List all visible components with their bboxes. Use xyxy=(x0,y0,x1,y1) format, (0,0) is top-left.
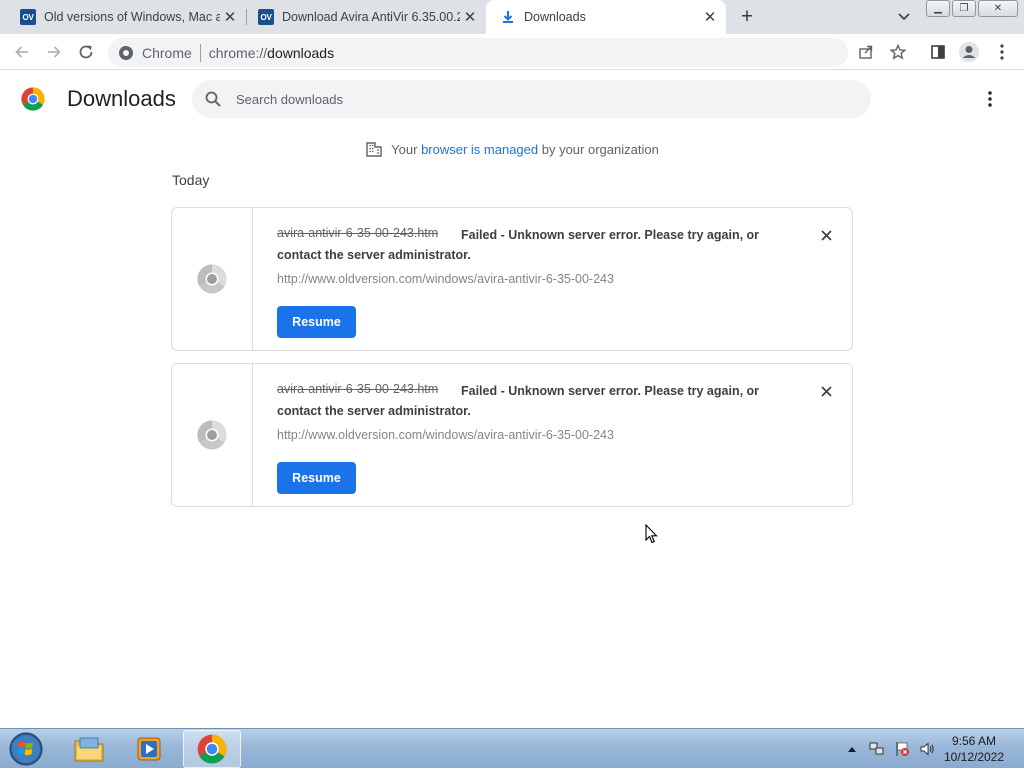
tab-search-chevron-icon[interactable] xyxy=(893,7,915,27)
tab-title: Downloads xyxy=(524,10,586,24)
url-scheme: chrome:// xyxy=(208,44,268,61)
date-group-heading: Today xyxy=(172,172,210,188)
browser-toolbar: Chrome chrome://downloads xyxy=(0,34,1024,70)
action-center-tray-button[interactable] xyxy=(893,740,911,758)
search-input[interactable] xyxy=(236,91,796,107)
show-hidden-icons-button[interactable] xyxy=(843,740,861,758)
action-center-flag-icon xyxy=(896,742,909,756)
omnibox-divider xyxy=(199,43,201,62)
mouse-cursor-icon xyxy=(645,524,658,544)
ov-logo-icon: OV xyxy=(20,9,36,25)
restore-icon[interactable]: ❐ xyxy=(952,0,976,17)
resume-button[interactable]: Resume xyxy=(277,306,356,338)
side-panel-icon xyxy=(931,45,945,59)
network-tray-button[interactable] xyxy=(868,740,886,758)
downloads-more-actions-button[interactable] xyxy=(976,87,1004,111)
taskbar-clock[interactable]: 9:56 AM 10/12/2022 xyxy=(938,733,1010,765)
search-icon xyxy=(205,91,221,107)
share-button[interactable] xyxy=(852,38,880,66)
chrome-logo-icon xyxy=(21,87,45,111)
chevron-up-icon xyxy=(848,747,856,752)
address-bar[interactable]: Chrome chrome://downloads xyxy=(108,38,848,67)
download-status: Failed - Unknown server error. Please tr… xyxy=(277,228,760,262)
star-icon xyxy=(890,44,906,60)
reload-icon xyxy=(79,45,93,59)
site-chip: Chrome xyxy=(142,44,192,61)
managed-prefix: Your xyxy=(391,141,422,157)
building-icon xyxy=(366,142,382,157)
ov-logo-icon: OV xyxy=(258,9,274,25)
page-title: Downloads xyxy=(67,86,176,111)
windows-explorer-icon xyxy=(74,737,104,762)
minimize-icon[interactable]: ▁ xyxy=(926,0,950,17)
clock-time: 9:56 AM xyxy=(951,734,997,748)
url-host: downloads xyxy=(267,44,335,61)
new-tab-button[interactable]: + xyxy=(734,5,760,29)
windows-start-orb-icon xyxy=(9,732,43,766)
forward-button[interactable] xyxy=(40,38,68,66)
remove-download-button[interactable] xyxy=(815,380,837,402)
reload-button[interactable] xyxy=(72,38,100,66)
managed-notice: Your browser is managed by your organiza… xyxy=(0,140,1024,158)
network-icon xyxy=(869,742,884,755)
windows-taskbar: 9:56 AM 10/12/2022 xyxy=(0,728,1024,768)
window-close-icon[interactable]: ✕ xyxy=(978,0,1018,17)
window-controls: ▁ ❐ ✕ xyxy=(926,0,1020,18)
chrome-page-icon xyxy=(119,45,133,60)
download-status: Failed - Unknown server error. Please tr… xyxy=(277,384,760,418)
kebab-menu-icon xyxy=(1000,44,1004,60)
share-icon xyxy=(859,45,873,59)
back-arrow-icon xyxy=(15,46,28,58)
managed-suffix: by your organization xyxy=(538,141,659,157)
chrome-menu-button[interactable] xyxy=(988,38,1016,66)
file-icon-column xyxy=(172,208,253,350)
downloads-page: Downloads Your browser is managed by you… xyxy=(0,70,1024,728)
tab-downloads[interactable]: Downloads ✕ xyxy=(486,0,726,34)
bookmark-button[interactable] xyxy=(884,38,912,66)
search-box[interactable] xyxy=(192,80,871,118)
tab-old-versions[interactable]: OV Old versions of Windows, Mac and Linu… xyxy=(0,0,246,34)
download-item: avira-antivir-6-35-00-243.htm Failed - U… xyxy=(171,207,853,351)
chrome-file-icon xyxy=(197,420,227,450)
forward-arrow-icon xyxy=(48,46,61,58)
media-player-icon xyxy=(137,737,161,761)
tab-avira-download[interactable]: OV Download Avira AntiVir 6.35.00.243 ✕ xyxy=(246,0,486,34)
back-button[interactable] xyxy=(8,38,36,66)
kebab-menu-icon xyxy=(988,91,992,107)
tab-close-icon[interactable]: ✕ xyxy=(220,7,240,27)
taskbar-media-player[interactable] xyxy=(120,730,178,768)
file-icon-column xyxy=(172,364,253,506)
side-panel-button[interactable] xyxy=(924,38,952,66)
close-icon xyxy=(820,229,832,241)
system-tray xyxy=(843,737,943,761)
resume-button[interactable]: Resume xyxy=(277,462,356,494)
taskbar-chrome[interactable] xyxy=(183,730,241,768)
start-button[interactable] xyxy=(6,731,46,767)
download-icon xyxy=(503,11,513,23)
managed-link[interactable]: browser is managed xyxy=(421,142,538,157)
close-icon xyxy=(820,385,832,397)
avatar-icon xyxy=(959,42,979,62)
download-url[interactable]: http://www.oldversion.com/windows/avira-… xyxy=(277,428,614,442)
download-item: avira-antivir-6-35-00-243.htm Failed - U… xyxy=(171,363,853,507)
remove-download-button[interactable] xyxy=(815,224,837,246)
taskbar-explorer[interactable] xyxy=(60,730,118,768)
download-url[interactable]: http://www.oldversion.com/windows/avira-… xyxy=(277,272,614,286)
tab-title: Old versions of Windows, Mac and Linux S… xyxy=(44,10,220,24)
tab-title: Download Avira AntiVir 6.35.00.243 xyxy=(282,10,460,24)
volume-tray-button[interactable] xyxy=(918,740,936,758)
profile-button[interactable] xyxy=(955,38,983,66)
clock-date: 10/12/2022 xyxy=(943,750,1005,764)
tab-strip: OV Old versions of Windows, Mac and Linu… xyxy=(0,0,1024,34)
tab-close-icon[interactable]: ✕ xyxy=(460,7,480,27)
volume-icon xyxy=(920,742,934,756)
chrome-icon xyxy=(197,734,227,764)
tab-close-icon[interactable]: ✕ xyxy=(700,7,720,27)
chrome-file-icon xyxy=(197,264,227,294)
